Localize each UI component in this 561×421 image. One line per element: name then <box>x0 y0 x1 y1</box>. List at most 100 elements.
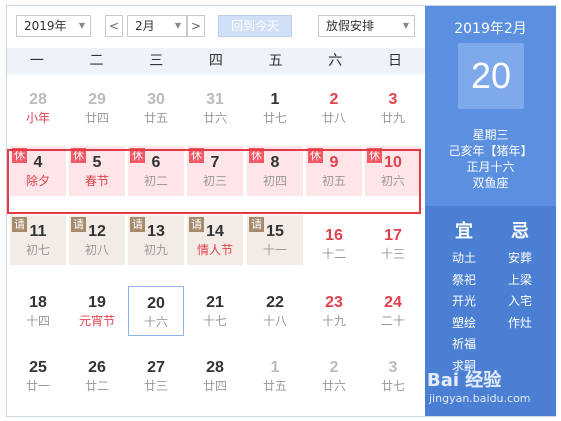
day-number: 29 <box>88 91 106 108</box>
lunar-date-label: 情人节 <box>196 243 233 257</box>
chevron-down-icon: ▼ <box>402 21 409 30</box>
day-cell[interactable]: 29 廿四 <box>69 83 125 133</box>
week-row: 25 廿一 26 廿二 27 廿三 28 廿四 1 廿五 2 廿六 3 廿七 <box>7 351 425 404</box>
yi-heading: 宜 <box>455 221 473 242</box>
month-select[interactable]: 2月 ▼ <box>127 15 187 37</box>
next-month-button[interactable]: > <box>187 15 205 37</box>
lunar-date-label: 廿三 <box>143 379 168 393</box>
panel-weekday: 星期三 <box>472 128 509 142</box>
day-cell[interactable]: 3 廿七 <box>365 351 421 401</box>
day-cell[interactable]: 1 廿五 <box>247 351 303 401</box>
lunar-date-label: 十九 <box>321 314 346 328</box>
watermark-url: jingyan.baidu.com <box>429 392 531 405</box>
day-cell[interactable]: 23 十九 <box>306 286 362 336</box>
day-cell[interactable]: 2 廿六 <box>306 351 362 401</box>
ji-item: 作灶 <box>507 315 532 330</box>
day-number: 24 <box>384 294 402 311</box>
day-cell[interactable]: 请 11 初七 <box>10 215 66 265</box>
day-cell[interactable]: 18 十四 <box>10 286 66 336</box>
day-number: 23 <box>325 294 343 311</box>
yi-item: 祈福 <box>451 337 476 351</box>
day-number: 1 <box>270 91 280 108</box>
panel-big-day: 20 <box>458 43 524 109</box>
lunar-date-label: 廿五 <box>262 379 287 393</box>
year-select-value: 2019年 <box>24 19 67 33</box>
prev-month-button[interactable]: < <box>105 15 123 37</box>
lunar-date-label: 十八 <box>262 314 287 328</box>
back-to-today-button[interactable]: 回到今天 <box>218 15 292 37</box>
lunar-date-label: 廿八 <box>321 111 346 125</box>
yi-column: 宜 动土 祭祀 开光 塑绘 祈福 求嗣 <box>439 220 489 377</box>
lunar-date-label: 十三 <box>380 247 405 261</box>
day-cell[interactable]: 16 十二 <box>306 219 362 269</box>
day-number: 26 <box>88 359 106 376</box>
lunar-date-label: 廿二 <box>84 379 109 393</box>
holiday-select-value: 放假安排 <box>326 19 375 33</box>
day-cell[interactable]: 请 12 初八 <box>69 215 125 265</box>
ji-item: 安葬 <box>507 251 532 265</box>
watermark-logo: Bai 经验 <box>427 370 502 391</box>
day-cell[interactable]: 19 元宵节 <box>69 286 125 336</box>
day-cell[interactable]: 30 廿五 <box>128 83 184 133</box>
weekday-label: 日 <box>387 53 402 69</box>
yi-item: 开光 <box>451 294 476 308</box>
day-number: 28 <box>29 91 47 108</box>
yi-item: 塑绘 <box>451 315 476 330</box>
day-cell[interactable]: 27 廿三 <box>128 351 184 401</box>
week-row: 28 小年 29 廿四 30 廿五 31 廿六 1 廿七 2 廿八 3 廿九 <box>7 83 425 136</box>
leave-day-badge: 请 <box>12 217 27 232</box>
day-cell[interactable]: 28 小年 <box>10 83 66 133</box>
day-number: 16 <box>325 227 343 244</box>
day-cell[interactable]: 31 廿六 <box>187 83 243 133</box>
baidu-jingyan-watermark: Bai 经验 jingyan.baidu.com <box>425 364 560 414</box>
yi-item: 祭祀 <box>451 272 476 287</box>
day-cell[interactable]: 28 廿四 <box>187 351 243 401</box>
day-number: 22 <box>266 294 284 311</box>
day-number: 31 <box>206 91 224 108</box>
day-cell[interactable]: 请 14 情人节 <box>187 215 243 265</box>
day-cell[interactable]: 请 15 十一 <box>247 215 303 265</box>
weekday-label: 二 <box>89 53 104 69</box>
holiday-arrangement-select[interactable]: 放假安排 ▼ <box>318 15 415 37</box>
calendar-toolbar: 2019年 ▼ < 2月 ▼ > 回到今天 放假安排 ▼ <box>7 6 425 46</box>
lunar-date-label: 廿六 <box>321 379 346 393</box>
lunar-date-label: 十七 <box>202 314 227 328</box>
day-cell[interactable]: 24 二十 <box>365 286 421 336</box>
ji-item: 入宅 <box>507 294 532 308</box>
day-number: 21 <box>206 294 224 311</box>
day-cell[interactable]: 20 十六 <box>128 286 184 336</box>
yi-item: 动土 <box>451 251 476 265</box>
lunar-date-label: 廿六 <box>202 111 227 125</box>
lunar-date-label: 廿四 <box>84 111 109 125</box>
week-row: 18 十四 19 元宵节 20 十六 21 十七 22 十八 23 十九 24 二十 <box>7 286 425 339</box>
leave-day-badge: 请 <box>130 217 145 232</box>
day-number: 20 <box>147 295 165 312</box>
year-select[interactable]: 2019年 ▼ <box>16 15 91 37</box>
lunar-date-label: 廿一 <box>25 379 50 393</box>
day-cell[interactable]: 2 廿八 <box>306 83 362 133</box>
ji-heading: 忌 <box>511 221 529 242</box>
day-cell[interactable]: 25 廿一 <box>10 351 66 401</box>
day-number: 1 <box>270 359 280 376</box>
day-number: 30 <box>147 91 165 108</box>
day-number: 2 <box>329 91 339 108</box>
day-cell[interactable]: 17 十三 <box>365 219 421 269</box>
day-number: 28 <box>206 359 224 376</box>
lunar-date-label: 廿七 <box>380 379 405 393</box>
day-cell[interactable]: 3 廿九 <box>365 83 421 133</box>
month-select-value: 2月 <box>135 19 155 33</box>
day-cell[interactable]: 21 十七 <box>187 286 243 336</box>
week-row: 请 11 初七请 12 初八请 13 初九请 14 情人节请 15 十一 16 十二 17 十三 <box>7 215 425 272</box>
day-cell[interactable]: 1 廿七 <box>247 83 303 133</box>
lunar-date-label: 十六 <box>143 315 168 329</box>
day-cell[interactable]: 请 13 初九 <box>128 215 184 265</box>
lunar-date-label: 十二 <box>321 247 346 261</box>
ji-item: 上梁 <box>507 272 532 287</box>
lunar-date-label: 元宵节 <box>78 314 115 328</box>
lunar-date-label: 初八 <box>84 243 109 257</box>
leave-day-badge: 请 <box>71 217 86 232</box>
lunar-date-label: 小年 <box>25 111 50 125</box>
day-cell[interactable]: 26 廿二 <box>69 351 125 401</box>
holiday-highlight-box <box>7 149 421 214</box>
day-cell[interactable]: 22 十八 <box>247 286 303 336</box>
